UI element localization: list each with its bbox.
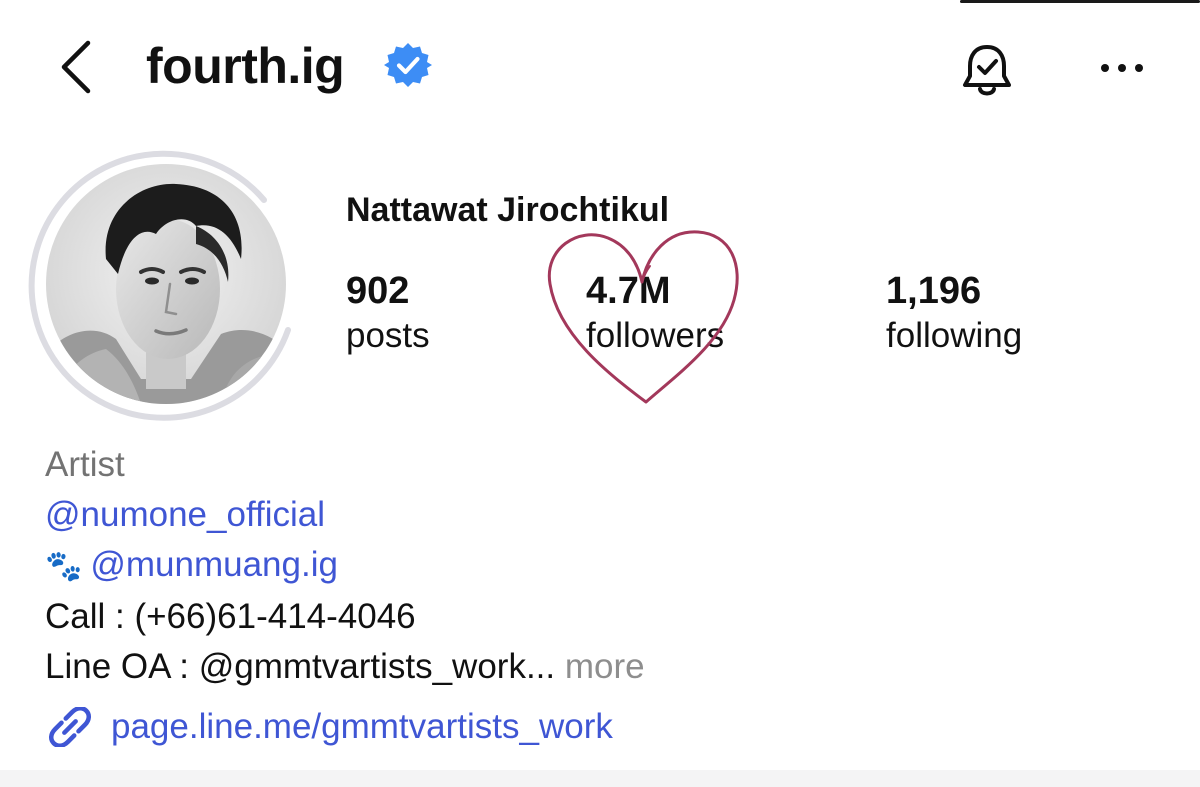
section-divider bbox=[0, 770, 1200, 787]
followers-count: 4.7M bbox=[586, 270, 671, 312]
profile-full-name: Nattawat Jirochtikul bbox=[346, 191, 670, 229]
verified-badge-icon bbox=[384, 43, 432, 87]
more-options-button[interactable] bbox=[1092, 48, 1152, 88]
followers-label: followers bbox=[586, 316, 725, 355]
more-horizontal-icon bbox=[1101, 64, 1143, 72]
following-count: 1,196 bbox=[886, 270, 982, 312]
posts-count: 902 bbox=[346, 270, 410, 312]
profile-category: Artist bbox=[45, 445, 125, 484]
bio-call-line: Call : (+66)61-414-4046 bbox=[45, 597, 416, 636]
profile-header: fourth.ig bbox=[0, 30, 1200, 105]
followers-stat[interactable]: 4.7M followers bbox=[586, 268, 724, 358]
bio-more-button[interactable]: more bbox=[565, 647, 645, 686]
top-edge-bar bbox=[960, 0, 1200, 3]
bell-check-icon bbox=[963, 45, 1011, 96]
posts-label: posts bbox=[346, 316, 430, 355]
mention-link-munmuang[interactable]: @munmuang.ig bbox=[90, 545, 338, 584]
mention-link-numone[interactable]: @numone_official bbox=[45, 490, 645, 540]
external-link-text: page.line.me/gmmtvartists_work bbox=[111, 707, 613, 746]
bio-line-oa: Line OA : @gmmtvartists_work... more bbox=[45, 642, 645, 692]
following-label: following bbox=[886, 316, 1023, 355]
following-stat[interactable]: 1,196 following bbox=[886, 268, 1022, 358]
username-title: fourth.ig bbox=[146, 38, 345, 94]
posts-stat[interactable]: 902 posts bbox=[346, 268, 430, 358]
profile-bio: Artist @numone_official 🐾 @munmuang.ig Ca… bbox=[45, 440, 645, 692]
profile-avatar-button[interactable] bbox=[26, 146, 302, 422]
avatar-photo bbox=[46, 164, 286, 404]
link-icon bbox=[49, 707, 91, 747]
bio-line-oa-text: Line OA : @gmmtvartists_work... bbox=[45, 647, 556, 686]
back-button[interactable] bbox=[50, 36, 110, 96]
paw-prints-icon: 🐾 bbox=[45, 550, 83, 583]
bio-paw-line: 🐾 @munmuang.ig bbox=[45, 540, 645, 592]
notifications-button[interactable] bbox=[955, 38, 1019, 102]
chevron-left-icon bbox=[61, 40, 91, 94]
profile-page: fourth.ig Nattawat Jirochtikul 902 posts… bbox=[0, 0, 1200, 787]
external-link[interactable]: page.line.me/gmmtvartists_work bbox=[45, 702, 613, 752]
avatar bbox=[46, 164, 286, 404]
